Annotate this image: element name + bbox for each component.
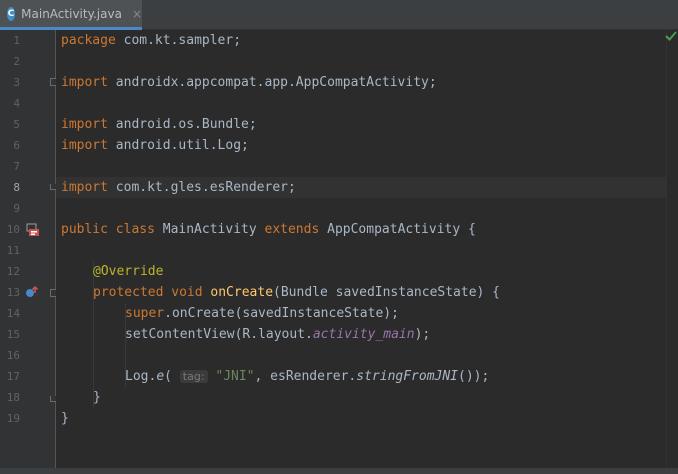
code-token: , esRenderer. (254, 369, 357, 384)
java-class-icon: C (7, 6, 16, 21)
code-token-keyword: import (61, 138, 108, 153)
code-token: } (93, 390, 101, 405)
code-token: setContentView(R.layout. (125, 327, 313, 342)
code-line-3[interactable]: import androidx.appcompat.app.AppCompatA… (56, 72, 666, 93)
line-number: 12 (6, 265, 20, 278)
code-line-19[interactable]: } (56, 408, 666, 429)
code-token-keyword: import (61, 75, 108, 90)
code-token: (Bundle savedInstanceState) { (273, 285, 501, 300)
activity-run-icon[interactable] (26, 223, 40, 237)
code-token-keyword: extends (264, 222, 320, 237)
line-number: 10 (6, 223, 20, 236)
error-stripe[interactable] (666, 30, 678, 468)
code-token-static-method: e (156, 369, 165, 384)
code-line-18[interactable]: } (56, 387, 666, 408)
code-line-17[interactable]: Log.e( tag: "JNI", esRenderer.stringFrom… (56, 366, 666, 387)
code-editor-window: C MainActivity.java × 1 2 3 4 5 6 7 8 9 … (0, 0, 678, 474)
code-token-string: "JNI" (215, 369, 255, 384)
code-line-1[interactable]: package com.kt.sampler; (56, 30, 666, 51)
code-line-13[interactable]: protected void onCreate(Bundle savedInst… (56, 282, 666, 303)
line-number-gutter: 1 2 3 4 5 6 7 8 9 10 11 12 13 14 15 16 1… (0, 30, 57, 468)
line-number: 2 (13, 55, 20, 68)
code-line-8-current[interactable]: import com.kt.gles.esRenderer; (56, 177, 666, 198)
line-number: 3 (13, 76, 20, 89)
tab-mainactivity-java[interactable]: C MainActivity.java × (0, 0, 142, 30)
line-number: 11 (6, 244, 20, 257)
line-number: 18 (6, 391, 20, 404)
code-line-10[interactable]: public class MainActivity extends AppCom… (56, 219, 666, 240)
override-method-icon[interactable] (24, 285, 40, 299)
line-number: 13 (6, 286, 20, 299)
line-number: 19 (6, 412, 20, 425)
line-number: 1 (13, 34, 20, 47)
check-icon[interactable] (664, 30, 678, 42)
code-token: com.kt.sampler; (115, 33, 242, 48)
line-number: 4 (13, 97, 20, 110)
code-token: ); (414, 327, 431, 342)
code-line-14[interactable]: super.onCreate(savedInstanceState); (56, 303, 666, 324)
code-token: ( (164, 369, 180, 384)
code-token: android.util.Log; (107, 138, 249, 153)
code-token-keyword: import (61, 117, 108, 132)
code-token-keyword: protected void (93, 285, 203, 300)
code-token: androidx.appcompat.app.AppCompatActivity… (107, 75, 437, 90)
code-line-12[interactable]: @Override (56, 261, 666, 282)
line-number: 5 (13, 118, 20, 131)
code-line-5[interactable]: import android.os.Bundle; (56, 114, 666, 135)
editor-tab-bar: C MainActivity.java × (0, 0, 678, 30)
line-number: 9 (13, 202, 20, 215)
code-token-class-name: MainActivity (154, 222, 265, 237)
code-token: } (61, 411, 69, 426)
code-token: com.kt.gles.esRenderer; (107, 180, 296, 195)
tab-label: MainActivity.java (21, 6, 122, 21)
code-token-method: onCreate (210, 285, 274, 300)
code-token-keyword: super (125, 306, 165, 321)
parameter-hint: tag: (179, 370, 208, 383)
code-token: Log. (125, 369, 157, 384)
line-number: 7 (13, 160, 20, 173)
code-token: ()); (458, 369, 490, 384)
code-token-static-method: stringFromJNI (356, 369, 459, 384)
code-token: .onCreate(savedInstanceState); (164, 306, 399, 321)
line-number: 6 (13, 139, 20, 152)
line-number-current: 8 (13, 181, 20, 194)
code-token-keyword: public class (61, 222, 155, 237)
code-line-15[interactable]: setContentView(R.layout.activity_main); (56, 324, 666, 345)
code-token-keyword: package (61, 33, 116, 48)
horizontal-scrollbar[interactable] (0, 468, 678, 474)
line-number: 17 (6, 370, 20, 383)
code-token-annotation: @Override (93, 264, 164, 279)
code-line-6[interactable]: import android.util.Log; (56, 135, 666, 156)
code-token-keyword: import (61, 180, 108, 195)
code-editor[interactable]: package com.kt.sampler; import androidx.… (56, 30, 666, 468)
line-number: 14 (6, 307, 20, 320)
code-token-field: activity_main (312, 327, 415, 342)
code-token: AppCompatActivity { (319, 222, 476, 237)
close-icon[interactable]: × (132, 8, 142, 20)
line-number: 15 (6, 328, 20, 341)
line-number: 16 (6, 349, 20, 362)
code-token: android.os.Bundle; (107, 117, 257, 132)
